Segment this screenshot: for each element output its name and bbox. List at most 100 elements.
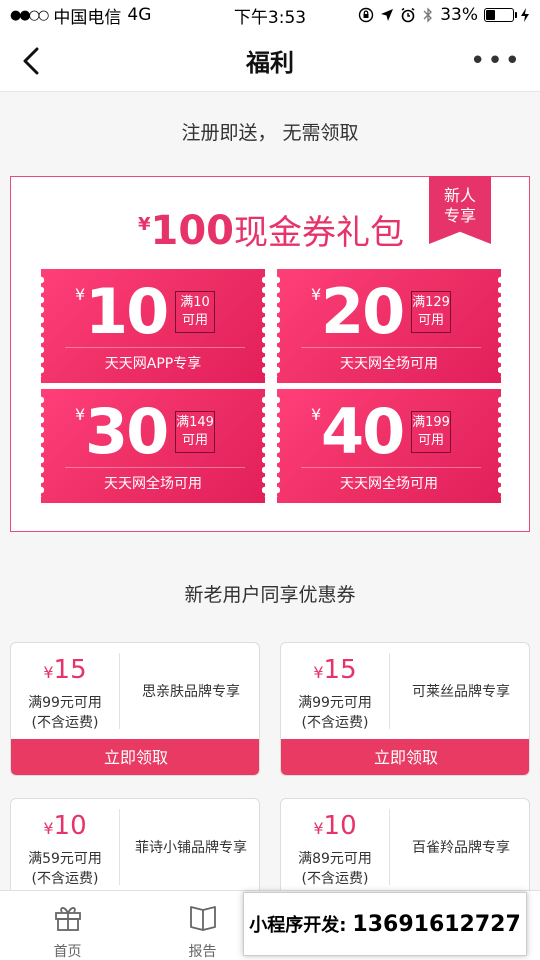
status-bar: ●●○○ 中国电信 4G 下午3:53 33% <box>0 0 540 30</box>
coupon-yen: ¥ <box>313 819 324 838</box>
coupon-divider <box>301 467 481 468</box>
signal-icon: ●●○○ <box>10 7 49 23</box>
coupon-divider <box>389 653 390 729</box>
coupon-condition: 满89元可用 (不含运费) <box>281 849 389 889</box>
big-coupon[interactable]: ¥ 30 满149 可用 天天网全场可用 <box>38 389 268 503</box>
badge-line-1: 新人 <box>443 186 476 205</box>
coupon-divider <box>119 809 120 885</box>
battery-fill <box>486 10 496 20</box>
coupon-condition: 满199 可用 <box>411 411 451 453</box>
gift-package-card: ¥100现金券礼包 新人 专享 ¥ 10 满10 可用 天天网APP专享 ¥ 20… <box>10 176 530 532</box>
page-title: 福利 <box>246 49 294 77</box>
more-button[interactable]: ••• <box>470 48 522 74</box>
condition-note: (不含运费) <box>31 871 99 887</box>
battery-percent: 33% <box>440 5 478 25</box>
alarm-icon <box>401 7 415 23</box>
chevron-left-icon <box>23 47 39 75</box>
gift-amount: 100 <box>150 208 235 254</box>
coupon-amount: 30 <box>85 395 169 468</box>
condition-note: (不含运费) <box>301 715 369 731</box>
coupon-yen: ¥ <box>43 819 54 838</box>
coupon-condition: 满149 可用 <box>175 411 215 453</box>
coupon-amount: ¥15 <box>11 655 119 685</box>
condition-text: 满99元可用 <box>28 695 102 711</box>
coupon-amount: 10 <box>85 275 169 348</box>
condition-usable: 可用 <box>417 433 444 448</box>
location-icon <box>381 9 394 21</box>
coupon-condition: 满10 可用 <box>175 291 215 333</box>
coupon-divider <box>119 653 120 729</box>
tab-home-label: 首页 <box>53 944 82 960</box>
banner-label: 小程序开发: <box>249 915 347 936</box>
shared-section-heading: 新老用户同享优惠券 <box>184 584 356 606</box>
coupon-brand: 可莱丝品牌专享 <box>412 684 510 700</box>
condition-usable: 可用 <box>181 433 208 448</box>
coupon-amount: ¥10 <box>11 811 119 841</box>
coupon-yen: ¥ <box>43 663 54 682</box>
brand-coupon-card: ¥15 满99元可用 (不含运费) 可莱丝品牌专享 立即领取 <box>280 642 530 776</box>
badge-line-2: 专享 <box>443 206 476 225</box>
coupon-divider <box>65 467 245 468</box>
developer-contact-banner: 小程序开发: 13691612727 <box>243 892 527 956</box>
status-right: 33% <box>358 5 530 25</box>
gift-section-heading: 注册即送， 无需领取 <box>181 122 359 144</box>
gift-yen: ¥ <box>137 214 151 235</box>
coupon-condition: 满129 可用 <box>411 291 451 333</box>
battery-icon <box>484 8 517 22</box>
condition-usable: 可用 <box>181 313 208 328</box>
coupon-yen: ¥ <box>311 285 322 304</box>
bluetooth-icon <box>423 7 433 23</box>
coupon-amount: ¥15 <box>281 655 389 685</box>
coupon-description: 天天网全场可用 <box>340 476 438 492</box>
coupon-value: 10 <box>53 811 87 841</box>
coupon-value: 15 <box>323 655 357 685</box>
condition-note: (不含运费) <box>301 871 369 887</box>
coupon-value: 10 <box>323 811 357 841</box>
big-coupon[interactable]: ¥ 40 满199 可用 天天网全场可用 <box>274 389 504 503</box>
gift-icon <box>54 907 81 931</box>
gift-title-text: 现金券礼包 <box>234 213 405 253</box>
coupon-amount: 20 <box>321 275 405 348</box>
book-icon <box>189 906 216 931</box>
coupon-yen: ¥ <box>313 663 324 682</box>
carrier-name: 中国电信 <box>53 7 122 28</box>
condition-text: 满59元可用 <box>28 851 102 867</box>
charging-icon <box>521 8 529 22</box>
coupon-brand: 百雀羚品牌专享 <box>412 840 510 856</box>
condition-note: (不含运费) <box>31 715 99 731</box>
condition-threshold: 满199 <box>412 415 450 430</box>
tab-home[interactable]: 首页 <box>0 891 135 960</box>
coupon-brand: 菲诗小铺品牌专享 <box>135 840 247 856</box>
condition-threshold: 满10 <box>180 295 210 310</box>
condition-text: 满89元可用 <box>298 851 372 867</box>
claim-button[interactable]: 立即领取 <box>281 739 529 775</box>
coupon-condition: 满99元可用 (不含运费) <box>281 693 389 733</box>
coupon-brand: 思亲肤品牌专享 <box>142 684 240 700</box>
status-left: ●●○○ 中国电信 4G <box>10 3 151 28</box>
condition-usable: 可用 <box>417 313 444 328</box>
coupon-description: 天天网APP专享 <box>104 356 202 372</box>
brand-coupon-card: ¥15 满99元可用 (不含运费) 思亲肤品牌专享 立即领取 <box>10 642 260 776</box>
coupon-amount: 40 <box>321 395 405 468</box>
coupon-yen: ¥ <box>311 405 322 424</box>
big-coupon[interactable]: ¥ 10 满10 可用 天天网APP专享 <box>38 269 268 383</box>
coupon-description: 天天网全场可用 <box>104 476 202 492</box>
condition-threshold: 满149 <box>176 415 214 430</box>
banner-phone: 13691612727 <box>352 911 521 937</box>
coupon-amount: ¥10 <box>281 811 389 841</box>
claim-button[interactable]: 立即领取 <box>11 739 259 775</box>
big-coupon[interactable]: ¥ 20 满129 可用 天天网全场可用 <box>274 269 504 383</box>
coupon-yen: ¥ <box>75 285 86 304</box>
coupon-yen: ¥ <box>75 405 86 424</box>
condition-text: 满99元可用 <box>298 695 372 711</box>
back-button[interactable] <box>16 44 46 78</box>
coupon-description: 天天网全场可用 <box>340 356 438 372</box>
coupon-divider <box>389 809 390 885</box>
coupon-condition: 满59元可用 (不含运费) <box>11 849 119 889</box>
coupon-divider <box>301 347 481 348</box>
network-type: 4G <box>127 5 152 25</box>
nav-bar: 福利 ••• <box>0 30 540 92</box>
coupon-value: 15 <box>53 655 87 685</box>
condition-threshold: 满129 <box>412 295 450 310</box>
coupon-divider <box>65 347 245 348</box>
